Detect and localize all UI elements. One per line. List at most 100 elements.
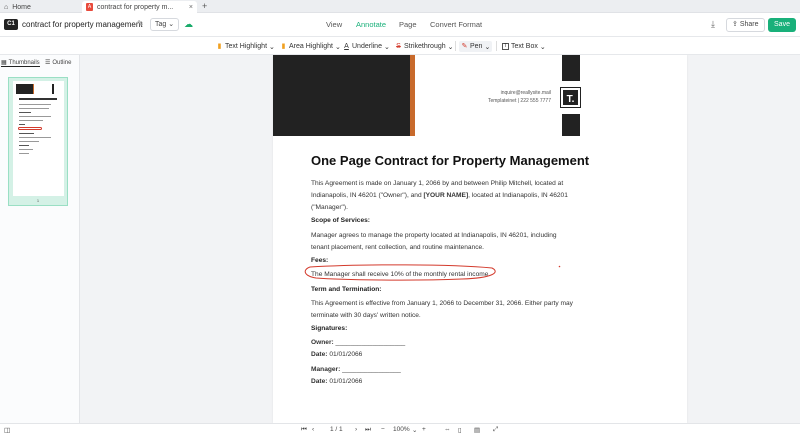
chevron-down-icon: ⌄ <box>539 43 546 51</box>
tab-document-label: contract for property m... <box>97 3 174 11</box>
document-heading: One Page Contract for Property Managemen… <box>311 153 590 168</box>
document-title[interactable]: contract for property management <box>22 20 143 29</box>
strikethrough-tool[interactable]: S Strikethrough ⌄ <box>395 41 454 52</box>
pen-icon: ✎ <box>461 43 468 50</box>
page-thumbnail[interactable]: 1 <box>8 77 68 206</box>
single-page-icon[interactable]: ▯ <box>458 426 462 434</box>
pen-tool[interactable]: ✎ Pen ⌄ <box>459 41 493 52</box>
owner-line: ___________________ <box>333 339 406 346</box>
thumbnail-page-number: 1 <box>36 198 40 203</box>
divider <box>496 41 497 51</box>
header-email: inquire@reallysite.mail <box>500 90 551 96</box>
cloud-sync-icon[interactable]: ☁ <box>184 19 193 30</box>
share-label: Share <box>739 21 759 28</box>
download-icon[interactable]: ⤓ <box>711 19 715 30</box>
tab-home[interactable]: ⌂ Home <box>0 1 80 13</box>
tab-page[interactable]: Page <box>399 20 417 29</box>
template-logo: T. <box>560 87 581 108</box>
annotate-toolbar: ▮ Text Highlight ⌄ ▮ Area Highlight ⌄ A … <box>0 37 800 55</box>
owner-label: Owner: <box>311 339 334 346</box>
chevron-down-icon: ⌄ <box>334 43 341 51</box>
zoom-out-icon[interactable]: − <box>381 426 385 433</box>
pen-label: Pen <box>470 43 483 50</box>
date-label: Date: <box>311 378 328 385</box>
owner-date-line: Date: 01/01/2066 <box>311 349 576 361</box>
tab-home-label: Home <box>12 3 31 11</box>
window-tab-bar: ⌂ Home A contract for property m... × + <box>0 0 800 13</box>
save-button[interactable]: Save <box>768 18 796 32</box>
date-label: Date: <box>311 351 328 358</box>
header-orange-stripe <box>410 55 415 136</box>
underline-label: Underline <box>352 43 382 50</box>
tab-outline[interactable]: ☰ Outline <box>45 59 72 67</box>
app-logo: C1 <box>4 19 18 30</box>
scope-heading: Scope of Services: <box>311 217 371 224</box>
tab-outline-label: Outline <box>52 59 72 66</box>
page-indicator[interactable]: 1 / 1 <box>330 426 343 433</box>
continuous-scroll-icon[interactable]: ▤ <box>474 426 480 434</box>
manager-signature-line: Manager: ________________ <box>311 364 576 376</box>
strikethrough-label: Strikethrough <box>404 43 446 50</box>
chevron-down-icon: ⌄ <box>269 43 275 51</box>
last-page-icon[interactable]: ⏭ <box>365 426 371 434</box>
owner-date: 01/01/2066 <box>327 351 363 358</box>
header-phone: Templateinet | 222 555 7777 <box>487 98 551 104</box>
term-paragraph: This Agreement is effective from January… <box>311 300 573 319</box>
intro-paragraph: This Agreement is made on January 1, 206… <box>311 178 576 214</box>
chevron-down-icon: ⌄ <box>447 43 454 51</box>
thumbnail-page <box>13 81 64 196</box>
manager-line: ________________ <box>340 366 401 373</box>
tab-convert-format[interactable]: Convert Format <box>430 20 482 29</box>
divider <box>455 41 456 51</box>
first-page-icon[interactable]: ⏮ <box>301 426 307 434</box>
text-highlight-tool[interactable]: ▮ Text Highlight ⌄ <box>216 41 275 52</box>
underline-tool[interactable]: A Underline ⌄ <box>343 41 390 52</box>
text-box-tool[interactable]: T Text Box ⌄ <box>502 41 546 52</box>
share-button[interactable]: ⇪ Share <box>726 18 765 32</box>
pen-dot-annotation <box>558 265 561 268</box>
area-highlight-icon: ▮ <box>281 43 286 50</box>
tab-view[interactable]: View <box>326 20 342 29</box>
term-heading: Term and Termination: <box>311 286 382 293</box>
status-bar: ◫ ⏮ ‹ 1 / 1 › ⏭ − 100% ⌄ + ⇔ ▯ ▤ ⤢ <box>0 423 800 436</box>
next-page-icon[interactable]: › <box>355 426 357 433</box>
panel-toggle-icon[interactable]: ◫ <box>4 426 10 434</box>
add-tab-icon[interactable]: + <box>202 1 207 11</box>
share-icon: ⇪ <box>732 21 738 28</box>
chevron-down-icon: ⌄ <box>484 43 491 51</box>
tab-document[interactable]: A contract for property m... × <box>82 1 197 13</box>
manager-label: Manager: <box>311 366 341 373</box>
intro-name-placeholder: [YOUR NAME] <box>423 192 469 199</box>
rename-icon[interactable]: ✎ <box>137 19 144 28</box>
thumbnails-icon: ▦ <box>1 60 7 66</box>
prev-page-icon[interactable]: ‹ <box>312 426 314 433</box>
thumbnail-sidebar: ▦ Thumbnails ☰ Outline 1 <box>0 55 80 423</box>
pdf-page[interactable]: T. inquire@reallysite.mail Templateinet … <box>273 55 687 423</box>
tag-dropdown[interactable]: Tag ⌄ <box>150 18 180 31</box>
pen-circle-annotation[interactable] <box>302 264 498 281</box>
close-tab-icon[interactable]: × <box>189 4 193 11</box>
fees-heading: Fees: <box>311 257 329 264</box>
text-box-label: Text Box <box>511 43 538 50</box>
zoom-level[interactable]: 100% <box>393 426 410 433</box>
text-highlight-label: Text Highlight <box>225 43 268 50</box>
zoom-in-icon[interactable]: + <box>422 426 426 433</box>
text-box-icon: T <box>502 43 509 50</box>
header-dark-block <box>273 55 410 136</box>
document-viewer[interactable]: T. inquire@reallysite.mail Templateinet … <box>80 55 800 423</box>
fit-width-icon[interactable]: ⇔ <box>444 426 451 433</box>
zoom-chevron-icon[interactable]: ⌄ <box>412 426 417 434</box>
area-highlight-tool[interactable]: ▮ Area Highlight ⌄ <box>280 41 341 52</box>
outline-icon: ☰ <box>45 60 51 66</box>
home-icon: ⌂ <box>4 3 9 11</box>
tab-thumbnails-label: Thumbnails <box>8 59 40 66</box>
tab-thumbnails[interactable]: ▦ Thumbnails <box>1 59 40 67</box>
expand-icon[interactable]: ⤢ <box>493 426 498 434</box>
pdf-icon: A <box>86 3 93 11</box>
tab-annotate[interactable]: Annotate <box>356 20 386 29</box>
manager-date-line: Date: 01/01/2066 <box>311 376 576 388</box>
header-accent-block <box>562 55 580 81</box>
manager-date: 01/01/2066 <box>327 378 363 385</box>
main-toolbar: C1 contract for property management ✎ Ta… <box>0 13 800 37</box>
scope-paragraph: Manager agrees to manage the property lo… <box>311 232 557 251</box>
